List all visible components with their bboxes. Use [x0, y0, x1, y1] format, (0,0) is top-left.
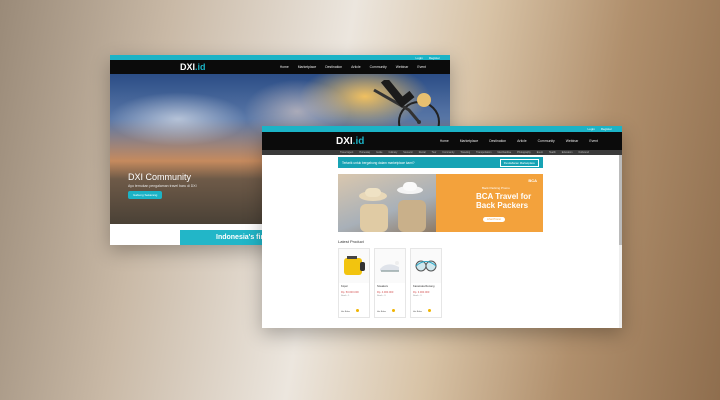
- nav-webinar[interactable]: Webinar: [566, 139, 579, 143]
- bca-logo: BCA: [528, 178, 537, 183]
- main-nav: DXI .id Home Marketplace Destination Arti…: [262, 132, 622, 150]
- product-stock: Stock : 3: [413, 295, 422, 297]
- login-link[interactable]: Login: [415, 56, 422, 60]
- nav-destination[interactable]: Destination: [489, 139, 506, 143]
- section-title: Latest Product: [338, 239, 364, 244]
- seller-badge-icon: [356, 309, 359, 312]
- nav-marketplace[interactable]: Marketplace: [298, 65, 316, 69]
- login-link[interactable]: Login: [587, 127, 594, 131]
- product-image: [375, 249, 405, 283]
- nav-marketplace[interactable]: Marketplace: [460, 139, 478, 143]
- category-item[interactable]: Culinary: [389, 151, 398, 154]
- nav-community[interactable]: Community: [538, 139, 555, 143]
- category-item[interactable]: Education: [562, 151, 573, 154]
- marketplace-promo: Tertarik untuk bergabung dalam marketpla…: [338, 157, 543, 168]
- travelers-photo: [338, 174, 436, 232]
- category-item[interactable]: Travel Agent: [340, 151, 353, 154]
- product-list: Koper Rp. 50.000.000 Stock : 1 Hai Bubu …: [338, 248, 442, 318]
- ad-banner[interactable]: BCA Back Packing Promo BCA Travel for Ba…: [338, 174, 543, 232]
- hero-subtitle: Ayo temukan pengalaman travel baru di DX…: [128, 184, 197, 188]
- logo-tld: .id: [352, 135, 365, 147]
- dxi-logo[interactable]: DXI .id: [180, 62, 206, 72]
- ad-title: BCA Travel for Back Packers: [476, 192, 532, 210]
- category-item[interactable]: Outbound: [578, 151, 589, 154]
- category-item[interactable]: Tour: [432, 151, 437, 154]
- product-seller: Hai Bubu: [377, 309, 395, 313]
- product-image: [411, 249, 441, 283]
- seller-name: Hai Bubu: [341, 311, 350, 313]
- category-item[interactable]: Rental: [419, 151, 426, 154]
- scrollbar-thumb[interactable]: [619, 155, 622, 245]
- category-item[interactable]: Event: [537, 151, 543, 154]
- promo-text: Tertarik untuk bergabung dalam marketpla…: [342, 160, 415, 165]
- dxi-logo[interactable]: DXI .id: [336, 136, 364, 147]
- category-item[interactable]: Health: [549, 151, 556, 154]
- category-item[interactable]: Merchandise: [497, 151, 511, 154]
- category-item[interactable]: Photography: [517, 151, 531, 154]
- ad-offer: BCA Back Packing Promo BCA Travel for Ba…: [436, 174, 543, 232]
- product-card[interactable]: Koper Rp. 50.000.000 Stock : 1 Hai Bubu: [338, 248, 370, 318]
- main-nav: DXI .id Home Marketplace Destination Arti…: [110, 60, 450, 74]
- logo-tld: .id: [195, 62, 206, 72]
- product-stock: Stock : 1: [341, 295, 350, 297]
- promo-button[interactable]: Pendaftaran Marketplace: [499, 158, 539, 167]
- product-seller: Hai Bubu: [413, 309, 431, 313]
- seller-name: Hai Bubu: [377, 311, 386, 313]
- nav-home[interactable]: Home: [280, 65, 289, 69]
- nav-destination[interactable]: Destination: [325, 65, 342, 69]
- nav-webinar[interactable]: Webinar: [396, 65, 409, 69]
- nav-event[interactable]: Event: [589, 139, 598, 143]
- ad-small-text: Back Packing Promo: [482, 186, 510, 190]
- category-bar: Travel Agent Homestay Guide Culinary Sou…: [262, 150, 622, 155]
- seller-badge-icon: [428, 309, 431, 312]
- hero-button[interactable]: Gabung Sekarang: [128, 191, 163, 199]
- product-image: [339, 249, 369, 283]
- ad-button[interactable]: Lihat Promo: [483, 217, 505, 222]
- register-link[interactable]: Register: [601, 127, 612, 131]
- product-seller: Hai Bubu: [341, 309, 359, 313]
- scrollbar[interactable]: [619, 155, 622, 328]
- seller-name: Hai Bubu: [413, 311, 422, 313]
- category-item[interactable]: Traveling: [460, 151, 470, 154]
- logo-text: DXI: [336, 135, 353, 147]
- front-screenshot: Login Register DXI .id Home Marketplace D…: [262, 126, 622, 328]
- category-item[interactable]: Transportation: [476, 151, 491, 154]
- product-stock: Stock : 3: [377, 295, 386, 297]
- category-item[interactable]: Community: [442, 151, 454, 154]
- logo-text: DXI: [180, 62, 196, 72]
- hero-title: DXI Community: [128, 172, 192, 182]
- nav-community[interactable]: Community: [370, 65, 387, 69]
- nav-home[interactable]: Home: [440, 139, 449, 143]
- register-link[interactable]: Register: [429, 56, 440, 60]
- category-item[interactable]: Souvenir: [403, 151, 412, 154]
- category-item[interactable]: Homestay: [359, 151, 370, 154]
- product-card[interactable]: Kacamata Renang Rp. 3.000.000 Stock : 3 …: [410, 248, 442, 318]
- nav-article[interactable]: Article: [517, 139, 526, 143]
- category-item[interactable]: Guide: [376, 151, 382, 154]
- nav-event[interactable]: Event: [417, 65, 426, 69]
- nav-article[interactable]: Article: [351, 65, 360, 69]
- product-card[interactable]: Sneakers Rp. 4.000.000 Stock : 3 Hai Bub…: [374, 248, 406, 318]
- seller-badge-icon: [392, 309, 395, 312]
